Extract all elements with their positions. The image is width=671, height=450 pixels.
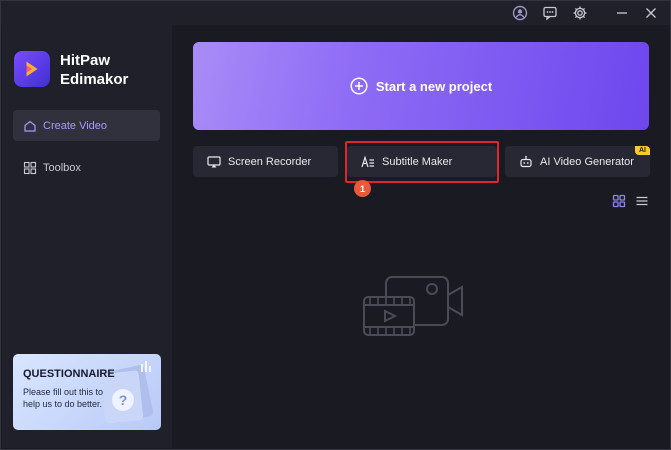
sidebar-item-label: Toolbox [43, 161, 81, 174]
app-name-line1: HitPaw [60, 52, 111, 69]
robot-icon [520, 155, 532, 167]
sidebar: HitPaw Edimakor Create Video Toolbox ? Q… [2, 25, 172, 448]
questionnaire-banner[interactable]: ? QUESTIONNAIRE Please fill out this to … [13, 354, 161, 430]
screen-recorder-icon [207, 155, 221, 167]
home-icon [24, 120, 36, 132]
promo-title: QUESTIONNAIRE [23, 368, 115, 380]
subtitle-maker-label: Subtitle Maker [382, 155, 453, 168]
screen-recorder-button[interactable]: Screen Recorder [193, 146, 338, 177]
grid-view-icon[interactable] [612, 194, 626, 208]
app-name: HitPaw Edimakor [60, 51, 170, 89]
promo-text: Please fill out this to help us to do be… [23, 387, 104, 409]
app-name-line2: Edimakor [60, 71, 129, 88]
start-new-project-label: Start a new project [375, 78, 493, 94]
minimize-icon[interactable] [614, 5, 630, 21]
sidebar-item-toolbox[interactable]: Toolbox [13, 152, 160, 183]
subtitle-maker-button[interactable]: Subtitle Maker [347, 146, 497, 177]
svg-text:?: ? [119, 392, 128, 408]
sidebar-item-create-video[interactable]: Create Video [13, 110, 160, 141]
screen-recorder-label: Screen Recorder [228, 155, 312, 168]
list-view-icon[interactable] [635, 194, 649, 208]
account-icon[interactable] [512, 5, 528, 21]
close-icon[interactable] [643, 5, 659, 21]
app-window: HitPaw Edimakor Create Video Toolbox ? Q… [0, 0, 671, 450]
main-content: Start a new project Screen Recorder Subt… [172, 25, 669, 448]
settings-icon[interactable] [572, 5, 588, 21]
feedback-icon[interactable] [542, 5, 558, 21]
grid-icon [23, 161, 37, 174]
ai-video-generator-button[interactable]: AI Video Generator AI [505, 146, 650, 177]
sidebar-item-label: Create Video [43, 119, 108, 132]
ai-badge: AI [635, 146, 650, 155]
subtitle-icon [361, 155, 374, 167]
title-bar [1, 1, 670, 25]
start-new-project-button[interactable]: Start a new project [193, 42, 649, 130]
plus-circle-icon [350, 77, 368, 95]
step-badge: 1 [354, 180, 371, 197]
ai-video-generator-label: AI Video Generator [540, 155, 634, 168]
video-camera-icon [363, 276, 463, 336]
app-logo [14, 51, 50, 87]
